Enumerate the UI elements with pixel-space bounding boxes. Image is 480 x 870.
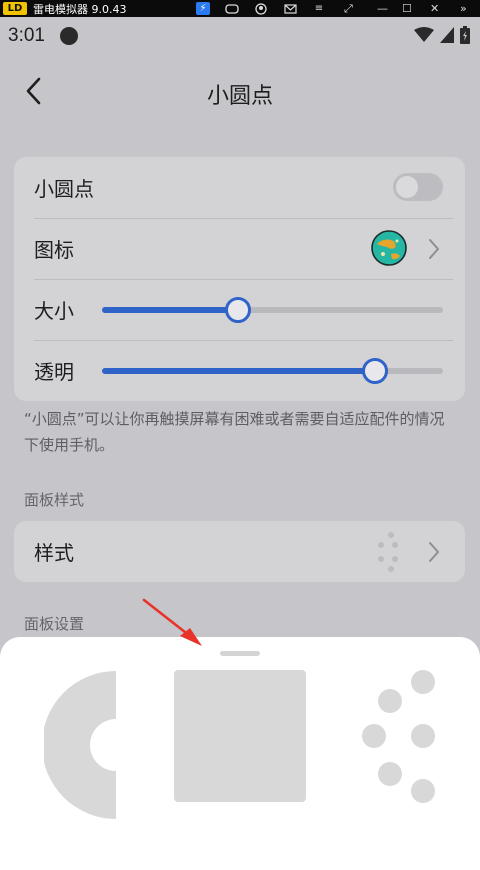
opacity-row-label: 透明 xyxy=(34,360,74,384)
panel-style-card: 样式 xyxy=(14,521,465,582)
size-row: 大小 xyxy=(14,279,465,340)
signal-icon xyxy=(440,27,454,43)
opacity-slider[interactable] xyxy=(102,358,443,384)
minimize-icon[interactable]: — xyxy=(377,0,388,17)
chevron-right-icon xyxy=(429,239,439,259)
square-layout-option[interactable] xyxy=(174,670,306,802)
icon-row[interactable]: 图标 xyxy=(14,218,465,279)
battery-icon xyxy=(460,26,470,44)
dots-pattern-icon xyxy=(378,532,398,572)
c-shape-layout-option[interactable] xyxy=(44,671,116,819)
panel-style-bottom-sheet xyxy=(0,637,480,870)
status-bar: 3:01 xyxy=(0,17,480,55)
close-icon[interactable]: ✕ xyxy=(430,0,439,17)
status-time: 3:01 xyxy=(8,25,45,46)
bolt-icon[interactable]: ⚡ xyxy=(196,2,210,15)
planet-globe-icon xyxy=(371,230,407,266)
toggle-knob xyxy=(396,176,418,198)
gamepad-icon[interactable] xyxy=(225,2,239,15)
opacity-slider-fill xyxy=(102,368,375,374)
wifi-icon xyxy=(414,27,434,42)
account-icon[interactable] xyxy=(254,2,268,15)
opacity-row: 透明 xyxy=(14,340,465,401)
toggle-row[interactable]: 小圆点 xyxy=(14,157,465,218)
emulator-logo: LD xyxy=(3,2,27,15)
feature-description: “小圆点”可以让你再触摸屏幕有困难或者需要自适应配件的情况下使用手机。 xyxy=(24,410,445,454)
toggle-row-label: 小圆点 xyxy=(34,177,94,201)
size-row-label: 大小 xyxy=(34,299,74,323)
sheet-drag-handle[interactable] xyxy=(220,651,260,656)
mail-icon[interactable] xyxy=(283,2,297,15)
size-slider-thumb[interactable] xyxy=(225,297,252,323)
chevron-right-icon xyxy=(429,542,439,562)
notification-dot-icon xyxy=(60,27,78,45)
maximize-icon[interactable]: ☐ xyxy=(402,0,412,17)
emulator-title: 雷电模拟器 9.0.43 xyxy=(33,2,127,16)
size-slider-fill xyxy=(102,307,239,313)
page-title: 小圆点 xyxy=(206,84,273,109)
opacity-slider-thumb[interactable] xyxy=(361,358,388,384)
sidebar-toggle-icon[interactable]: » xyxy=(460,0,467,17)
style-row-label: 样式 xyxy=(34,541,74,565)
dot-toggle-switch[interactable] xyxy=(393,173,443,201)
menu-icon[interactable]: ≡ xyxy=(312,2,326,15)
page-header: 小圆点 xyxy=(0,62,480,122)
annotation-arrow-icon xyxy=(142,598,202,646)
size-slider[interactable] xyxy=(102,297,443,323)
panel-settings-section-title: 面板设置 xyxy=(24,615,85,633)
dot-settings-card: 小圆点 图标 大小 透明 xyxy=(14,157,465,401)
style-row[interactable]: 样式 xyxy=(14,521,465,582)
dots-layout-option[interactable] xyxy=(356,667,446,807)
emulator-title-bar: LD 雷电模拟器 9.0.43 ⚡ ≡ ⤢ — ☐ ✕ » xyxy=(0,0,480,17)
fullscreen-icon[interactable]: ⤢ xyxy=(344,0,353,17)
icon-row-label: 图标 xyxy=(34,238,74,262)
panel-style-section-title: 面板样式 xyxy=(24,491,85,509)
